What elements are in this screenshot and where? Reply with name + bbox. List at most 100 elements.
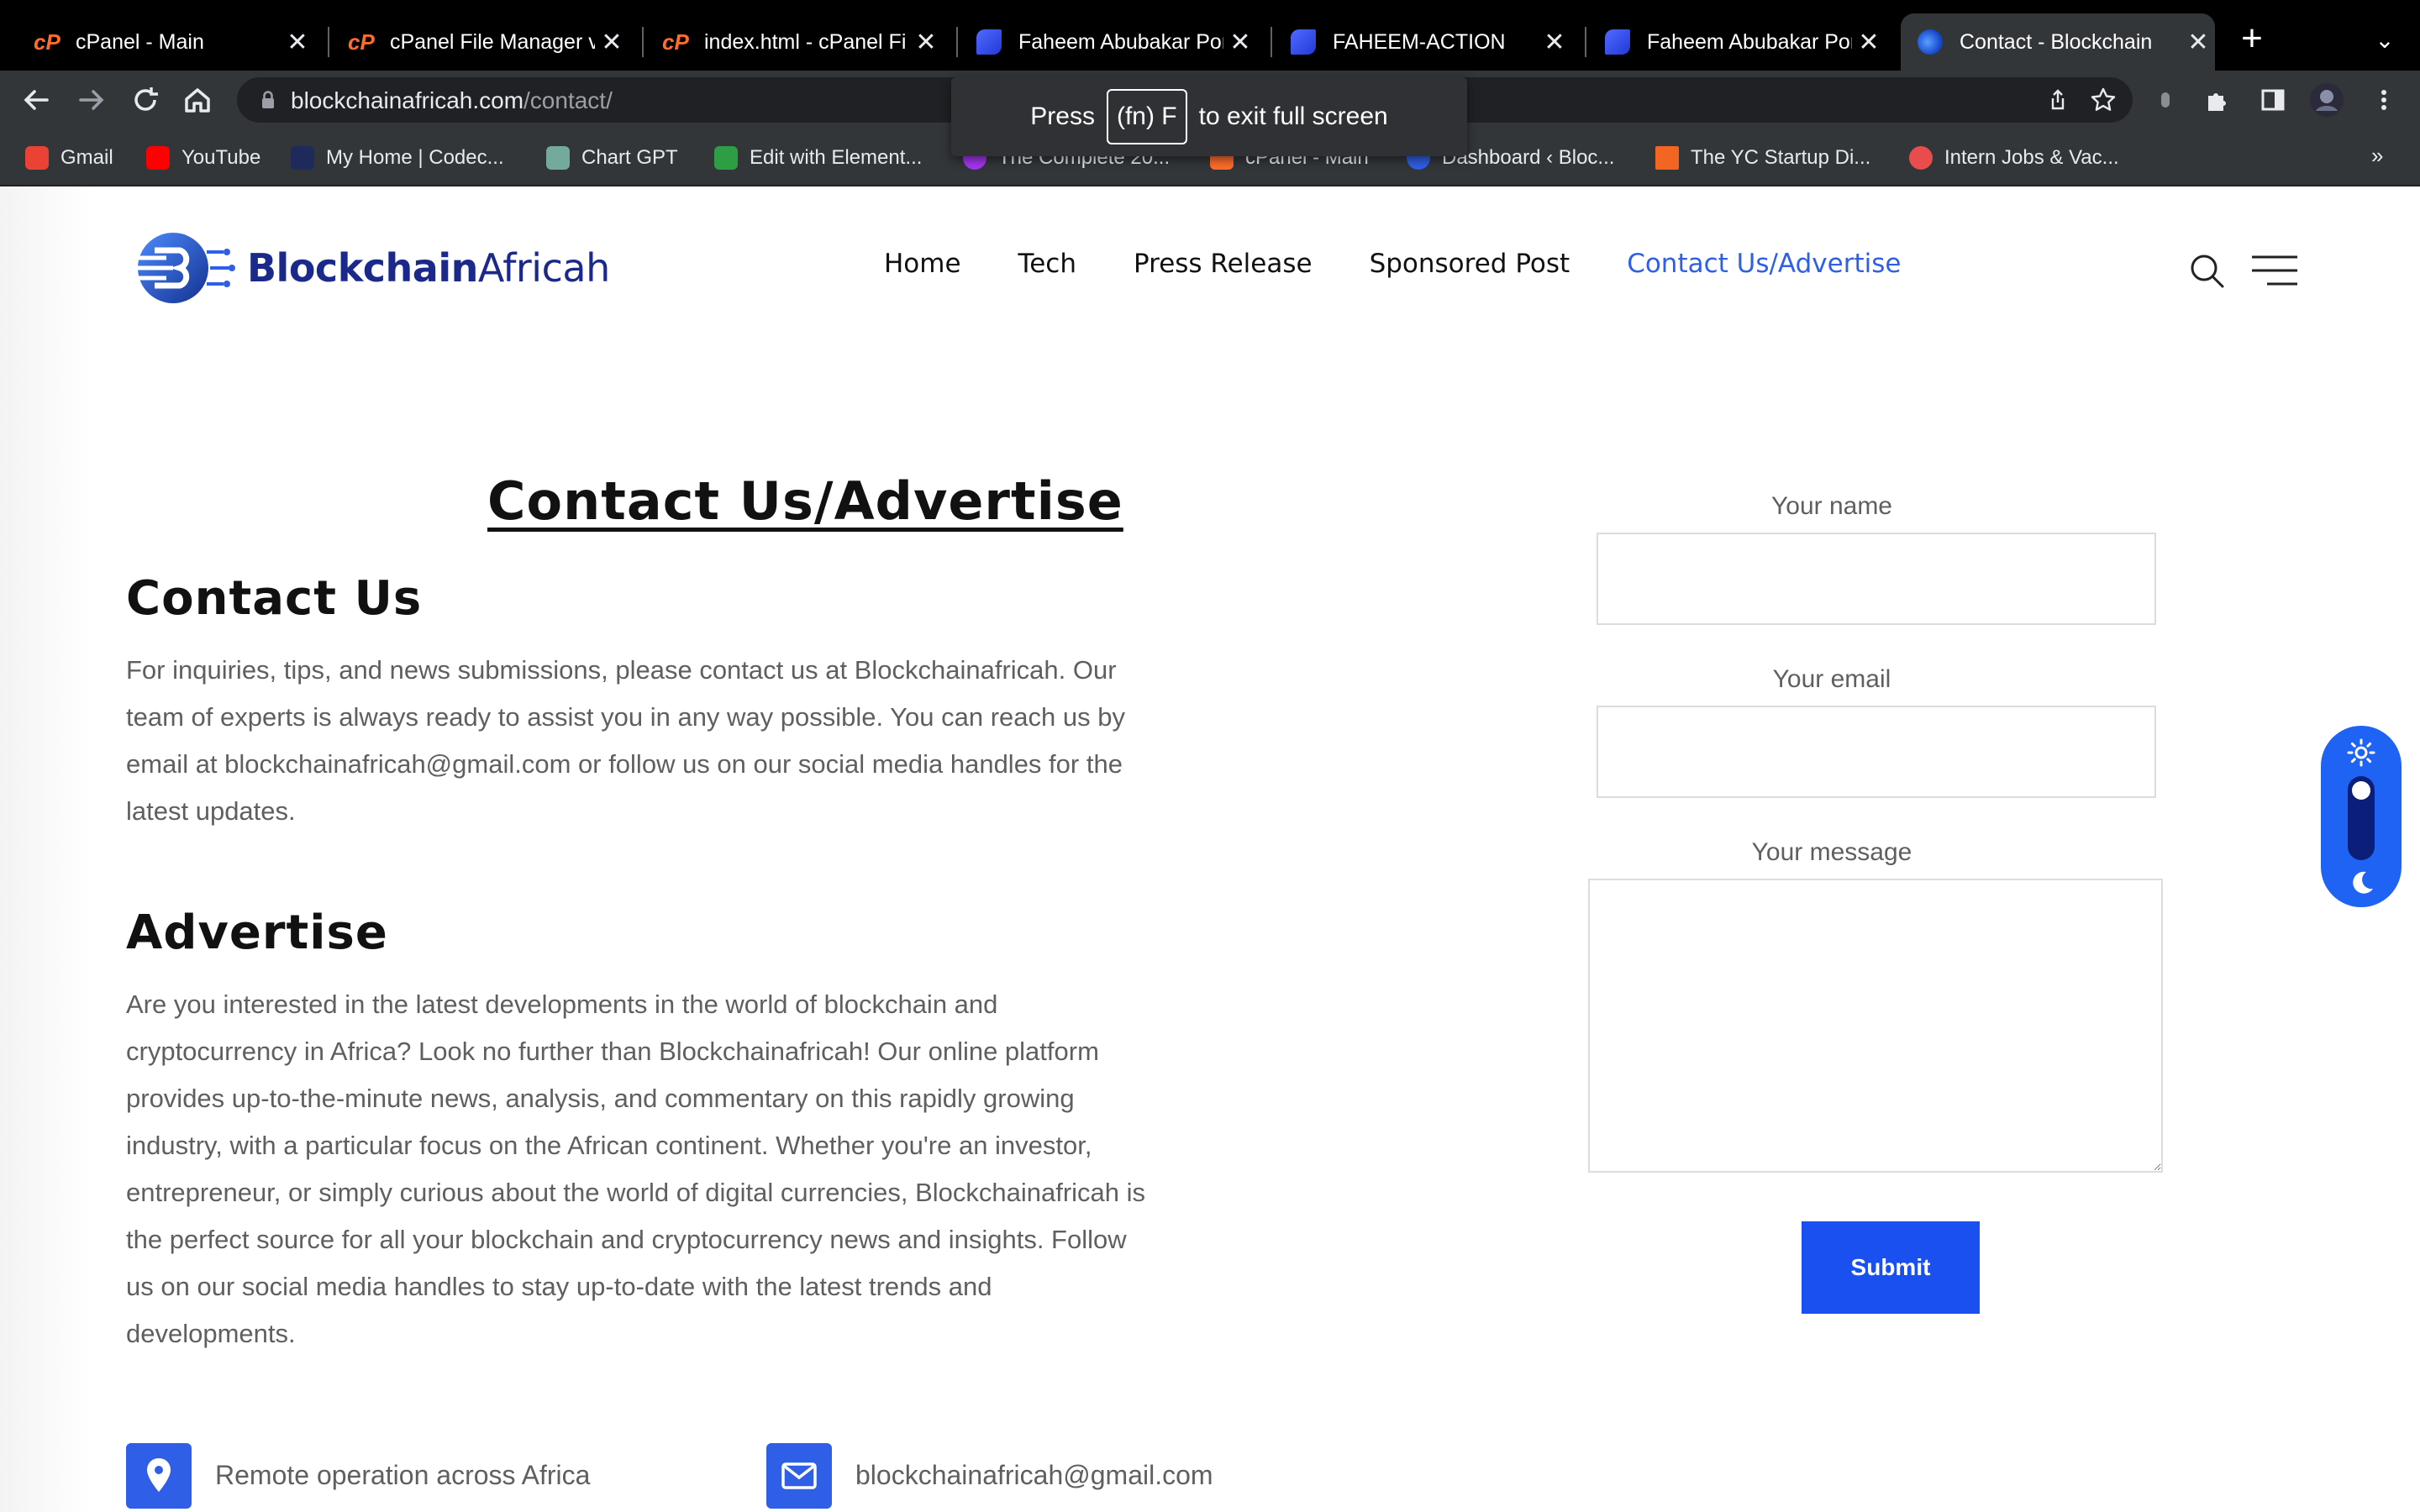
- theme-toggle[interactable]: [2321, 726, 2402, 907]
- browser-tab[interactable]: cP cPanel File Manager v ✕: [331, 13, 629, 71]
- site-logo[interactable]: BlockchainAfricah: [126, 230, 610, 306]
- browser-tab-bar: cP cPanel - Main ✕ cP cPanel File Manage…: [0, 0, 2420, 71]
- extension-shield-icon[interactable]: [2153, 87, 2178, 113]
- bookmark-label: Intern Jobs & Vac...: [1944, 146, 2119, 169]
- bookmark-elementor[interactable]: Edit with Element...: [714, 143, 922, 173]
- message-label: Your message: [1751, 838, 1912, 866]
- contact-paragraph: For inquiries, tips, and news submission…: [126, 655, 1125, 826]
- side-panel-icon[interactable]: [2259, 86, 2287, 114]
- close-tab-icon[interactable]: ✕: [1223, 28, 1257, 57]
- url-host: blockchainafricah.com: [291, 87, 524, 113]
- hamburger-menu-icon[interactable]: [2250, 254, 2299, 287]
- bookmark-label: YouTube: [182, 146, 261, 169]
- nav-home[interactable]: Home: [884, 249, 961, 279]
- web-page: BlockchainAfricah Home Tech Press Releas…: [0, 186, 2420, 1512]
- tab-title: Faheem Abubakar Por: [1018, 29, 1223, 54]
- nav-tech[interactable]: Tech: [1018, 249, 1076, 279]
- location-badge: [126, 1443, 192, 1509]
- bookmark-codecademy[interactable]: My Home | Codec...: [291, 143, 504, 173]
- close-tab-icon[interactable]: ✕: [909, 28, 943, 57]
- chatgpt-icon: [546, 146, 570, 170]
- more-bookmarks-button[interactable]: »: [2371, 143, 2383, 169]
- reload-button[interactable]: [126, 81, 165, 119]
- elementor-icon: [714, 146, 738, 170]
- browser-tab[interactable]: FAHEEM-ACTION ✕: [1274, 13, 1571, 71]
- tab-title: cPanel - Main: [76, 29, 204, 54]
- name-field[interactable]: [1597, 533, 2156, 625]
- page-title: Contact Us/Advertise: [487, 470, 1123, 532]
- home-button[interactable]: [178, 81, 217, 119]
- message-field[interactable]: [1588, 879, 2163, 1173]
- bookmark-star-icon[interactable]: [2089, 86, 2118, 114]
- tab-search-chevron-icon[interactable]: ⌄: [2368, 24, 2402, 57]
- map-pin-icon: [147, 1458, 171, 1492]
- bookmark-intern-jobs[interactable]: Intern Jobs & Vac...: [1909, 143, 2119, 173]
- logo-text-strong: Blockchain: [247, 245, 478, 291]
- forward-button[interactable]: [72, 81, 111, 119]
- close-tab-icon[interactable]: ✕: [1852, 28, 1886, 57]
- cpanel-icon: cP: [662, 29, 689, 55]
- tab-title: Faheem Abubakar Por: [1647, 29, 1852, 54]
- bookmark-youtube[interactable]: YouTube: [146, 143, 260, 173]
- gmail-icon: [25, 146, 49, 170]
- puzzle-icon[interactable]: [2203, 86, 2232, 114]
- codecademy-icon: [291, 146, 314, 170]
- close-tab-icon[interactable]: ✕: [2181, 28, 2215, 57]
- theme-toggle-track[interactable]: [2348, 776, 2375, 860]
- bookmark-label: My Home | Codec...: [326, 146, 504, 169]
- ycombinator-icon: [1655, 146, 1679, 170]
- bookmark-label: Chart GPT: [581, 146, 678, 169]
- nav-sponsored-post[interactable]: Sponsored Post: [1370, 249, 1570, 279]
- tab-title: Contact - Blockchain: [1960, 29, 2153, 54]
- bookmark-label: Dashboard ‹ Bloc...: [1442, 146, 1615, 169]
- submit-button[interactable]: Submit: [1802, 1221, 1980, 1314]
- browser-tab-active[interactable]: Contact - Blockchain ✕: [1901, 13, 2215, 71]
- new-tab-button[interactable]: +: [2235, 20, 2269, 57]
- name-label: Your name: [1771, 492, 1892, 520]
- blockchain-icon: [1918, 29, 1943, 55]
- tab-separator: [1585, 27, 1586, 57]
- lock-icon: [262, 91, 274, 108]
- arrow-left-icon: [24, 90, 49, 110]
- bookmark-label: Edit with Element...: [750, 146, 923, 169]
- tab-separator: [328, 27, 329, 57]
- tab-separator: [956, 27, 958, 57]
- nav-press-release[interactable]: Press Release: [1134, 249, 1313, 279]
- sun-icon: [2347, 738, 2375, 767]
- blockchain-logo-icon: [128, 233, 235, 303]
- location-text: Remote operation across Africa: [215, 1460, 591, 1490]
- url-text[interactable]: blockchainafricah.com/contact/: [291, 87, 613, 114]
- bookmark-yc[interactable]: The YC Startup Di...: [1655, 143, 1870, 173]
- browser-tab[interactable]: Faheem Abubakar Por ✕: [1588, 13, 1886, 71]
- home-icon: [185, 88, 210, 113]
- share-icon[interactable]: [2045, 87, 2070, 113]
- tab-title: index.html - cPanel Fi: [704, 29, 907, 54]
- f-logo-icon: [1605, 29, 1630, 55]
- advertise-heading: Advertise: [126, 906, 388, 960]
- bookmark-chatgpt[interactable]: Chart GPT: [546, 143, 678, 173]
- site-name: BlockchainAfricah: [247, 245, 610, 291]
- moon-icon: [2353, 871, 2373, 894]
- tab-separator: [642, 27, 644, 57]
- profile-avatar-icon[interactable]: [2309, 82, 2344, 118]
- email-text[interactable]: blockchainafricah@gmail.com: [855, 1460, 1213, 1491]
- youtube-icon: [146, 146, 170, 170]
- close-tab-icon[interactable]: ✕: [595, 28, 629, 57]
- close-tab-icon[interactable]: ✕: [281, 28, 314, 57]
- url-path: /contact/: [523, 87, 613, 113]
- email-label: Your email: [1772, 665, 1891, 693]
- theme-toggle-knob[interactable]: [2352, 781, 2370, 800]
- cpanel-icon: cP: [348, 29, 375, 55]
- kebab-menu-icon[interactable]: [2370, 86, 2398, 114]
- nav-contact-advertise[interactable]: Contact Us/Advertise: [1627, 249, 1901, 279]
- fullscreen-exit-toast: Press (fn) F to exit full screen: [951, 77, 1467, 156]
- back-button[interactable]: [17, 81, 55, 119]
- browser-tab[interactable]: Faheem Abubakar Por ✕: [960, 13, 1257, 71]
- bookmark-gmail[interactable]: Gmail: [25, 143, 113, 173]
- envelope-icon: [781, 1462, 817, 1489]
- email-field[interactable]: [1597, 706, 2156, 798]
- close-tab-icon[interactable]: ✕: [1538, 28, 1571, 57]
- browser-tab[interactable]: cP cPanel - Main ✕: [17, 13, 314, 71]
- search-icon[interactable]: [2188, 252, 2225, 289]
- browser-tab[interactable]: cP index.html - cPanel Fi ✕: [645, 13, 943, 71]
